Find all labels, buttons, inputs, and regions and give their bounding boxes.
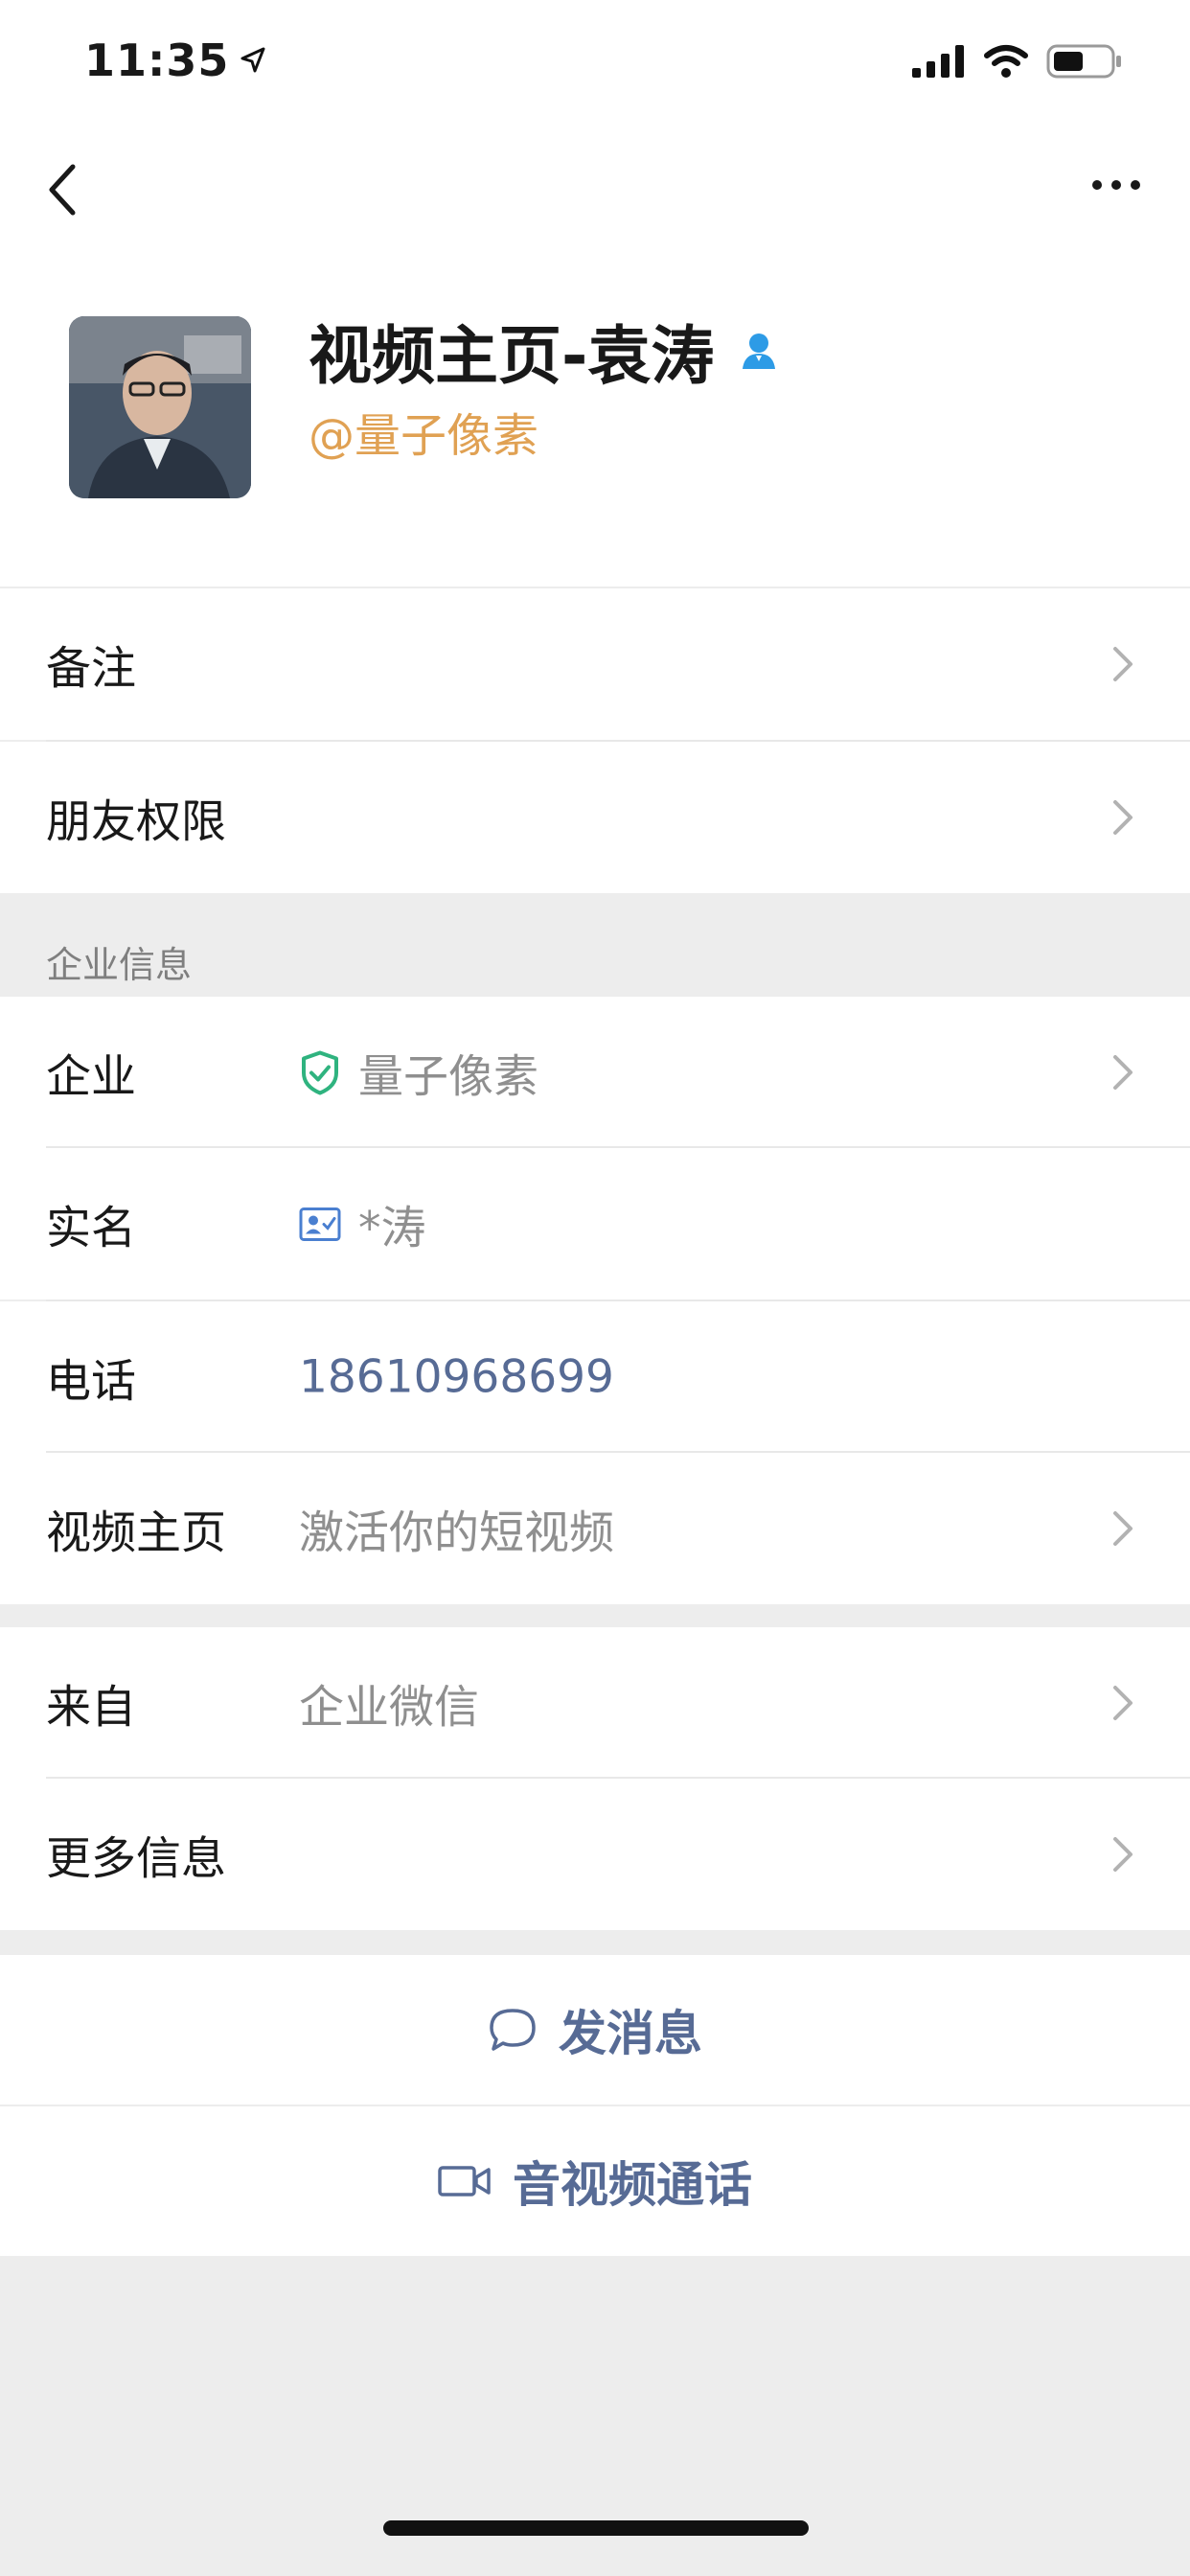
wifi-icon: [984, 45, 1028, 78]
realname-label: 实名: [46, 1202, 136, 1255]
realname-row: 实名 *涛: [0, 1148, 1190, 1300]
phone-number-text[interactable]: 18610968699: [299, 1351, 614, 1404]
home-indicator[interactable]: [383, 2520, 809, 2536]
chevron-right-icon: [1113, 1511, 1133, 1546]
video-camera-icon: [438, 2166, 491, 2196]
video-call-button[interactable]: 音视频通话: [0, 2106, 1190, 2256]
id-card-icon: [299, 1207, 341, 1241]
chevron-right-icon: [1113, 800, 1133, 835]
realname-text: *涛: [358, 1202, 426, 1255]
battery-icon: [1046, 44, 1121, 79]
profile-name: 视频主页-袁涛: [309, 305, 779, 397]
avatar[interactable]: [69, 316, 251, 498]
video-homepage-label: 视频主页: [46, 1506, 226, 1560]
chevron-right-icon: [1113, 647, 1133, 681]
verified-shield-icon: [302, 1050, 338, 1094]
friend-permissions-row[interactable]: 朋友权限: [0, 742, 1190, 893]
signal-icon: [912, 45, 964, 78]
video-homepage-value: 激活你的短视频: [299, 1496, 614, 1562]
source-row[interactable]: 来自 企业微信: [0, 1627, 1190, 1779]
profile-header: 视频主页-袁涛 @量子像素: [0, 240, 1190, 588]
phone-number[interactable]: 18610968699: [299, 1351, 614, 1404]
source-value: 企业微信: [299, 1670, 479, 1736]
chat-bubble-icon: [490, 2009, 536, 2051]
more-info-row[interactable]: 更多信息: [0, 1779, 1190, 1930]
video-call-label: 音视频通话: [513, 2157, 752, 2213]
status-time-text: 11:35: [84, 34, 230, 86]
realname-value: *涛: [299, 1191, 426, 1257]
video-homepage-text: 激活你的短视频: [299, 1506, 614, 1560]
status-time: 11:35: [84, 34, 267, 86]
phone-row[interactable]: 电话 18610968699: [0, 1301, 1190, 1453]
profile-name-text: 视频主页-袁涛: [309, 319, 715, 393]
phone-label: 电话: [46, 1355, 136, 1409]
send-message-label: 发消息: [559, 2006, 702, 2061]
company-row[interactable]: 企业 量子像素: [0, 997, 1190, 1148]
send-message-button[interactable]: 发消息: [0, 1955, 1190, 2104]
more-options-icon[interactable]: [1092, 180, 1140, 190]
source-text: 企业微信: [299, 1681, 479, 1735]
status-bar: 11:35: [0, 0, 1190, 134]
location-arrow-icon: [240, 47, 265, 73]
friend-permissions-label: 朋友权限: [46, 795, 226, 849]
corp-tag: @量子像素: [309, 409, 539, 463]
chevron-right-icon: [1113, 1837, 1133, 1872]
source-label: 来自: [46, 1681, 136, 1735]
back-chevron-icon[interactable]: [42, 161, 90, 218]
more-info-label: 更多信息: [46, 1832, 226, 1886]
chevron-right-icon: [1113, 1686, 1133, 1720]
chevron-right-icon: [1113, 1055, 1133, 1090]
person-badge-icon: [743, 334, 776, 369]
company-name: 量子像素: [358, 1050, 538, 1104]
company-value: 量子像素: [299, 1040, 538, 1106]
navigation-bar: [0, 134, 1190, 240]
video-homepage-row[interactable]: 视频主页 激活你的短视频: [0, 1453, 1190, 1604]
company-label: 企业: [46, 1050, 136, 1104]
enterprise-section-title: 企业信息: [46, 944, 193, 986]
remark-row[interactable]: 备注: [0, 588, 1190, 740]
remark-label: 备注: [46, 642, 136, 696]
